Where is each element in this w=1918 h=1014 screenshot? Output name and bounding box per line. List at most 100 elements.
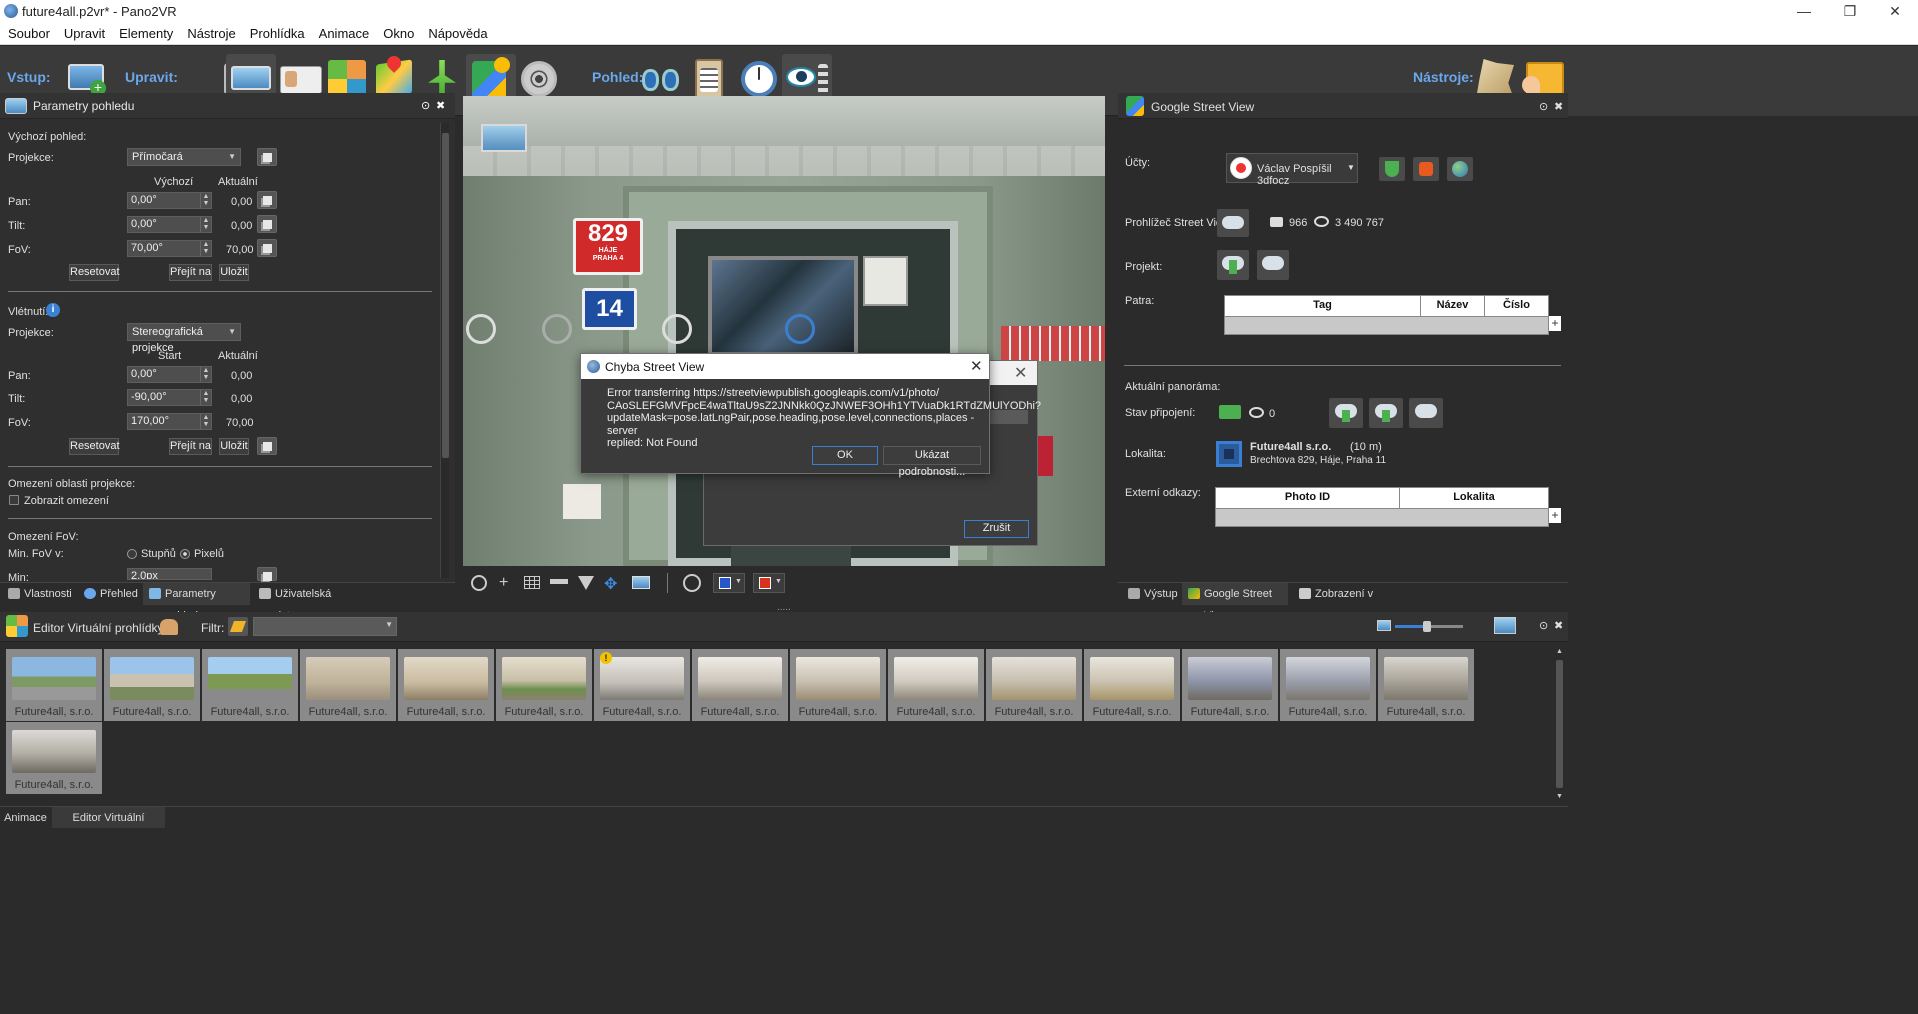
red-color-picker[interactable]: ▼ (753, 573, 785, 593)
close-icon[interactable]: ✕ (1014, 363, 1027, 383)
left-panel-scrollbar[interactable] (440, 123, 449, 578)
small-thumb-icon[interactable] (1377, 620, 1391, 631)
cancel-button[interactable]: Zrušit (964, 520, 1029, 538)
panorama-thumbnail[interactable]: Future4all, s.r.o. (1084, 649, 1180, 721)
filter-icon[interactable] (578, 576, 594, 590)
tab-output[interactable]: Výstup (1122, 583, 1179, 605)
blue-color-picker[interactable]: ▼ (713, 573, 745, 593)
panorama-thumbnail[interactable]: Future4all, s.r.o. (496, 649, 592, 721)
fly-in-tilt-input[interactable]: -90,00° ▲ ▼ (127, 389, 212, 406)
panorama-thumbnail[interactable]: Future4all, s.r.o.! (594, 649, 690, 721)
info-icon[interactable]: i (46, 303, 60, 317)
download-pano-button[interactable] (1329, 398, 1363, 428)
goto-default-button[interactable]: Přejít na (169, 264, 212, 281)
panorama-thumbnail[interactable]: Future4all, s.r.o. (6, 649, 102, 721)
close-panel-icon[interactable]: ✖ (1554, 619, 1563, 632)
hotspot-target-icon[interactable] (662, 314, 692, 344)
compass-icon[interactable] (471, 575, 487, 591)
degrees-radio[interactable] (127, 549, 137, 559)
sync-pano-button[interactable] (1409, 398, 1443, 428)
add-account-globe-button[interactable] (1447, 157, 1473, 181)
maximize-button[interactable]: ❐ (1827, 0, 1873, 23)
project-upload-button[interactable] (1217, 250, 1249, 280)
tab-animation[interactable]: Animace (0, 807, 51, 829)
ruler-icon[interactable] (550, 579, 568, 584)
fly-in-projection-select[interactable]: Stereografická projekce ▼ (127, 323, 241, 354)
table-row[interactable] (1216, 508, 1548, 526)
show-details-button[interactable]: Ukázat podrobnosti... (883, 446, 981, 478)
close-panel-icon[interactable]: ✖ (436, 93, 445, 119)
close-panel-icon[interactable]: ✖ (1554, 100, 1563, 113)
projection-select[interactable]: Přímočará ▼ (127, 148, 241, 166)
minimize-button[interactable]: — (1781, 0, 1827, 23)
table-row[interactable] (1225, 316, 1548, 334)
panorama-thumbnail[interactable]: Future4all, s.r.o. (398, 649, 494, 721)
copy-pan-button[interactable] (257, 191, 277, 209)
reset-fly-in-button[interactable]: Resetovat (69, 438, 120, 455)
hotspot-target-icon[interactable] (542, 314, 572, 344)
save-fly-in-button[interactable]: Uložit (219, 438, 249, 455)
ok-button[interactable]: OK (812, 446, 878, 465)
grid-icon[interactable] (524, 576, 540, 589)
menu-file[interactable]: Soubor (0, 23, 56, 41)
copy-fov-button[interactable] (257, 239, 277, 257)
tab-user-data[interactable]: Uživatelská data (253, 583, 353, 622)
float-panel-icon[interactable]: ⊙ (1539, 619, 1548, 632)
crosshair-icon[interactable]: + (499, 574, 508, 592)
copy-tilt-button[interactable] (257, 215, 277, 233)
tab-list-view[interactable]: Zobrazení v seznamu (1293, 583, 1405, 622)
add-external-link-button[interactable]: + (1549, 508, 1561, 523)
menu-animation[interactable]: Animace (311, 23, 376, 41)
menu-help[interactable]: Nápověda (420, 23, 493, 41)
menu-edit[interactable]: Upravit (56, 23, 111, 41)
reset-default-button[interactable]: Resetovat (69, 264, 120, 281)
menu-tools[interactable]: Nástroje (179, 23, 241, 41)
copy-fly-in-button[interactable] (257, 437, 277, 455)
cloud-browse-button[interactable] (1217, 209, 1249, 237)
panorama-thumbnail[interactable]: Future4all, s.r.o. (300, 649, 396, 721)
menu-window[interactable]: Okno (375, 23, 420, 41)
tab-viewing-parameters[interactable]: Parametry pohledu (143, 583, 250, 622)
fly-in-fov-input[interactable]: 170,00° ▲ ▼ (127, 413, 212, 430)
panorama-thumbnail[interactable]: Future4all, s.r.o. (1378, 649, 1474, 721)
filter-input[interactable]: ▼ (253, 617, 397, 636)
menu-elements[interactable]: Elementy (111, 23, 179, 41)
close-window-button[interactable]: ✕ (1872, 0, 1918, 23)
account-select[interactable]: Václav Pospíšil 3dfocz ▼ (1226, 153, 1358, 187)
filter-pencil-icon[interactable] (228, 617, 248, 636)
fov-input[interactable]: 70,00° ▲ ▼ (127, 240, 212, 257)
panorama-thumbnail[interactable]: Future4all, s.r.o. (986, 649, 1082, 721)
tab-properties[interactable]: Vlastnosti (2, 583, 74, 605)
tab-google-street-view[interactable]: Google Street View (1182, 583, 1288, 622)
save-default-button[interactable]: Uložit (219, 264, 249, 281)
min-fov-input[interactable]: 2,0px (127, 568, 212, 580)
target-icon[interactable] (683, 574, 701, 592)
move-arrows-icon[interactable]: ✥ (604, 574, 617, 594)
panorama-thumbnail[interactable]: Future4all, s.r.o. (6, 722, 102, 794)
goto-fly-in-button[interactable]: Přejít na (169, 438, 212, 455)
panorama-thumbnail[interactable]: Future4all, s.r.o. (790, 649, 886, 721)
verify-account-button[interactable] (1379, 157, 1405, 181)
fly-in-pan-input[interactable]: 0,00° ▲ ▼ (127, 366, 212, 383)
panorama-thumbnail[interactable]: Future4all, s.r.o. (692, 649, 788, 721)
copy-projection-button[interactable] (257, 148, 277, 166)
upload-pano-button[interactable] (1369, 398, 1403, 428)
panorama-view-icon[interactable] (632, 576, 650, 589)
panorama-thumbnail[interactable]: Future4all, s.r.o. (1280, 649, 1376, 721)
tilt-input[interactable]: 0,00° ▲ ▼ (127, 216, 212, 233)
project-cloud-button[interactable] (1257, 250, 1289, 280)
remove-account-button[interactable] (1413, 157, 1439, 181)
tab-overview[interactable]: Přehled (78, 583, 140, 605)
panorama-thumbnail[interactable]: Future4all, s.r.o. (888, 649, 984, 721)
user-filter-icon[interactable] (160, 619, 178, 635)
pan-input[interactable]: 0,00° ▲ ▼ (127, 192, 212, 209)
close-icon[interactable]: ✕ (970, 357, 983, 375)
copy-min-button[interactable] (257, 567, 277, 581)
add-floor-button[interactable]: + (1549, 316, 1561, 331)
panorama-thumbnail[interactable]: Future4all, s.r.o. (104, 649, 200, 721)
float-panel-icon[interactable]: ⊙ (1539, 100, 1548, 113)
large-thumb-icon[interactable] (1494, 617, 1516, 634)
hotspot-target-icon[interactable] (466, 314, 496, 344)
panorama-thumbnail[interactable]: Future4all, s.r.o. (202, 649, 298, 721)
show-limits-checkbox[interactable] (9, 495, 19, 505)
